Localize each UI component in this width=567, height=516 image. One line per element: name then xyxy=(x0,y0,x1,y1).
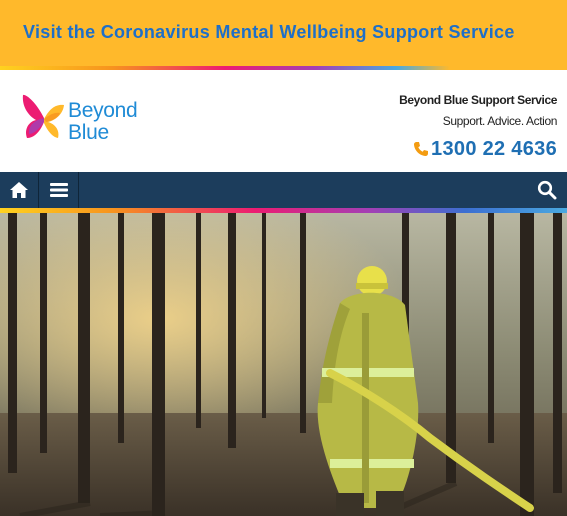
phone-number: 1300 22 4636 xyxy=(431,137,557,160)
butterfly-logo-icon xyxy=(22,94,64,138)
menu-button[interactable] xyxy=(39,172,79,208)
support-service-tagline: Support. Advice. Action xyxy=(442,114,558,128)
home-button[interactable] xyxy=(0,172,39,208)
coronavirus-support-link[interactable]: Visit the Coronavirus Mental Wellbeing S… xyxy=(23,22,515,43)
firefighter-forest-illustration xyxy=(0,213,567,516)
search-button[interactable] xyxy=(527,172,567,208)
search-icon xyxy=(537,180,557,200)
beyond-blue-logo[interactable]: Beyond Blue xyxy=(22,92,162,148)
hero-image xyxy=(0,213,567,516)
logo-text-line2: Blue xyxy=(68,121,109,144)
hamburger-menu-icon xyxy=(49,183,68,197)
home-icon xyxy=(10,182,28,198)
logo-text-line1: Beyond xyxy=(68,99,138,122)
support-service-title: Beyond Blue Support Service xyxy=(399,93,557,107)
announcement-banner: Visit the Coronavirus Mental Wellbeing S… xyxy=(0,0,567,70)
main-navbar xyxy=(0,172,567,208)
phone-link[interactable]: 1300 22 4636 xyxy=(413,137,557,161)
phone-icon xyxy=(414,142,429,156)
